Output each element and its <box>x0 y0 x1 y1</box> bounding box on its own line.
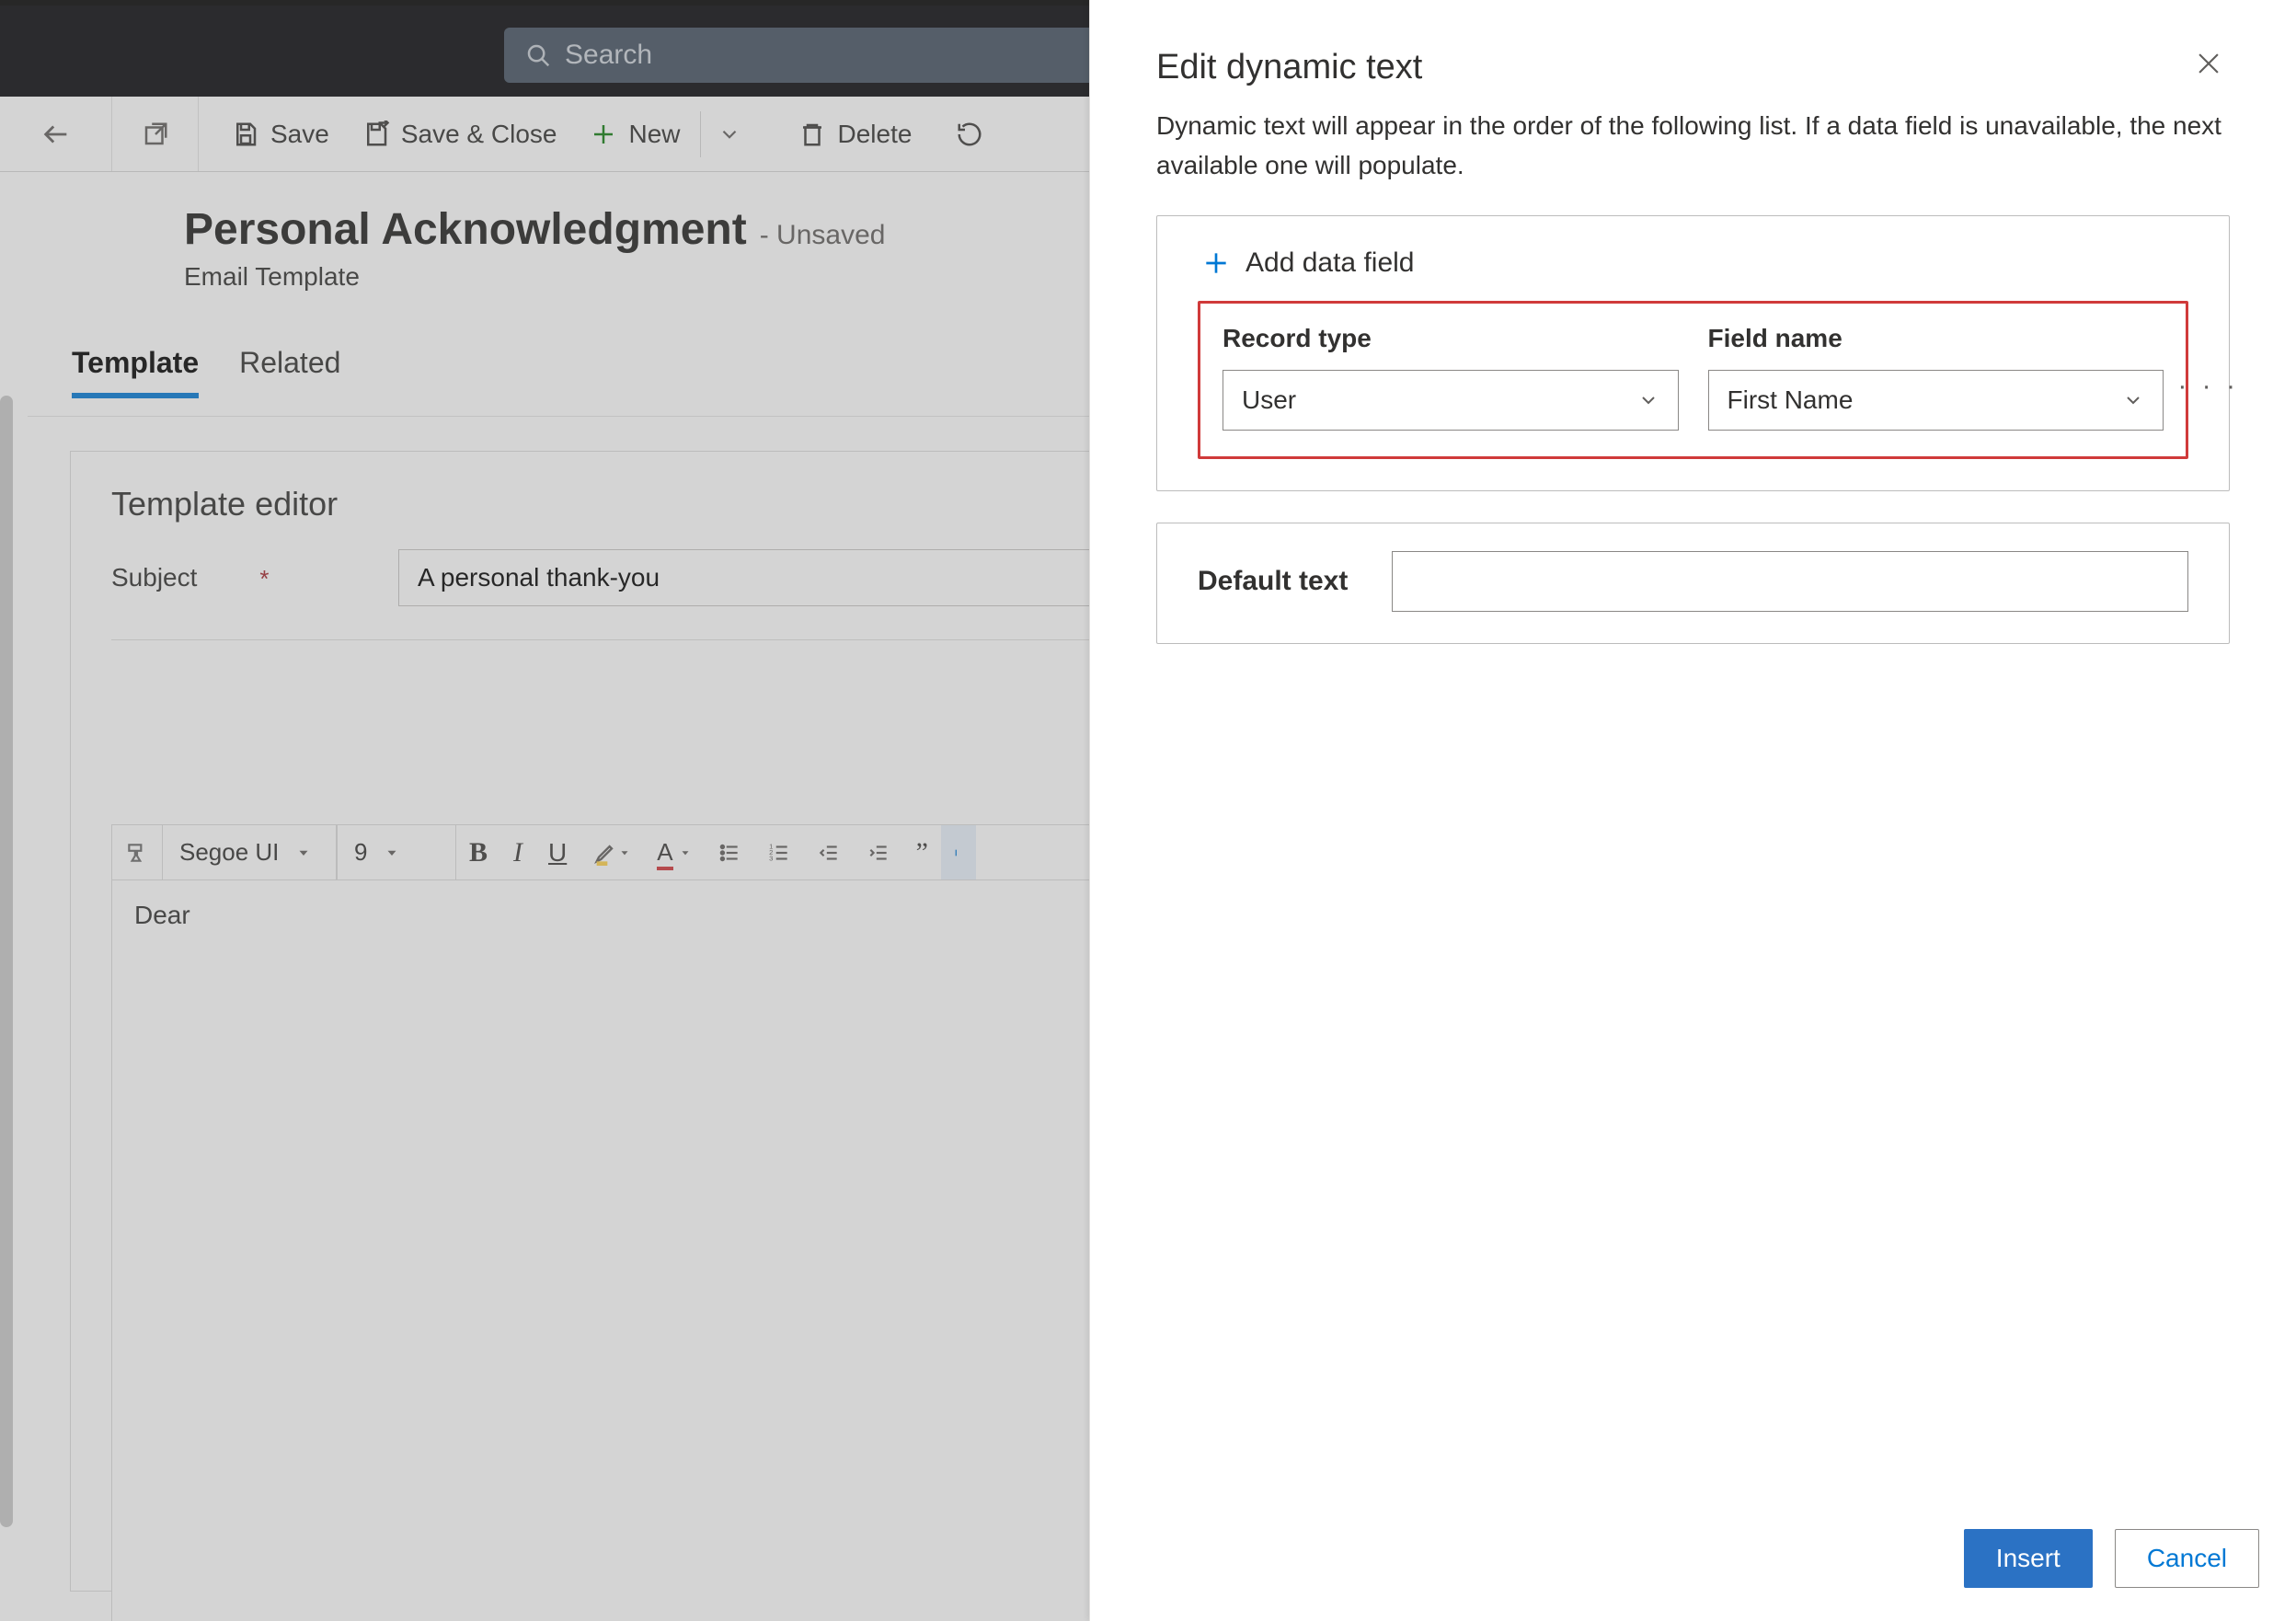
record-type-select[interactable]: User <box>1223 370 1679 431</box>
chevron-down-icon <box>1637 389 1659 411</box>
row-more-button[interactable]: · · · <box>2177 371 2239 402</box>
field-name-select[interactable]: First Name <box>1708 370 2164 431</box>
close-button[interactable] <box>2193 48 2230 85</box>
plus-icon <box>1201 248 1231 278</box>
data-fields-card: Add data field Record type Field name <box>1156 215 2230 491</box>
data-field-row: Record type Field name User <box>1198 301 2188 459</box>
add-data-field-button[interactable]: Add data field <box>1198 244 2188 301</box>
app-root: Save Save & Close New <box>0 0 2296 1621</box>
default-text-label: Default text <box>1198 566 1348 597</box>
add-data-field-label: Add data field <box>1246 247 1414 279</box>
panel-description: Dynamic text will appear in the order of… <box>1090 106 2296 215</box>
panel-footer: Insert Cancel <box>1090 1503 2296 1621</box>
cancel-button[interactable]: Cancel <box>2115 1529 2259 1588</box>
insert-button[interactable]: Insert <box>1964 1529 2093 1588</box>
cancel-label: Cancel <box>2147 1544 2227 1573</box>
insert-label: Insert <box>1996 1544 2061 1573</box>
chevron-down-icon <box>2122 389 2144 411</box>
record-type-value: User <box>1242 385 1296 415</box>
default-text-card: Default text <box>1156 523 2230 644</box>
edit-dynamic-text-panel: Edit dynamic text Dynamic text will appe… <box>1089 0 2296 1621</box>
default-text-input[interactable] <box>1392 551 2188 612</box>
panel-title: Edit dynamic text <box>1156 48 1422 87</box>
field-name-value: First Name <box>1728 385 1854 415</box>
field-name-header: Field name <box>1708 324 2164 353</box>
record-type-header: Record type <box>1223 324 1679 353</box>
